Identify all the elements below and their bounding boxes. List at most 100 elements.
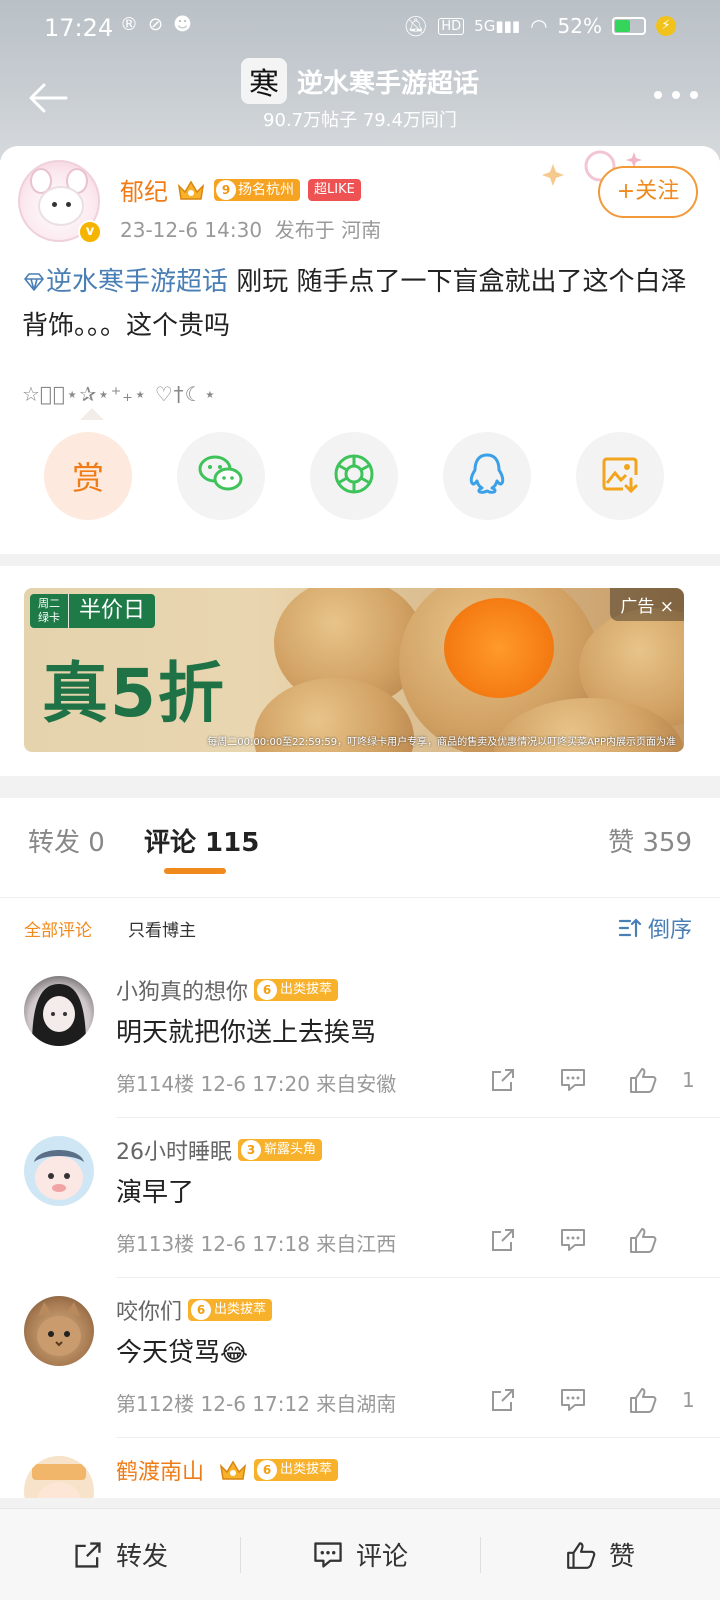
divider: [240, 1537, 241, 1573]
battery-percent: 52%: [557, 14, 602, 38]
fan-level: 9: [216, 179, 236, 200]
repost-icon[interactable]: [468, 1062, 538, 1098]
network-type: 5G: [474, 17, 496, 35]
filter-all-comments[interactable]: 全部评论: [24, 916, 92, 941]
nav-title-area[interactable]: 寒 逆水寒手游超话 90.7万帖子 79.4万同门: [0, 58, 720, 132]
reward-tip-arrow: [80, 408, 104, 420]
fan-level-text: 扬名杭州: [238, 181, 294, 198]
comment-text: 今天贷骂😂: [116, 1332, 248, 1369]
sort-button[interactable]: 倒序: [618, 912, 692, 944]
sort-icon: [618, 918, 642, 938]
comment-actions: 1: [468, 1062, 696, 1098]
comment-text: 明天就把你送上去挨骂: [116, 1018, 377, 1048]
ad-headline: 真5折: [42, 655, 226, 732]
ad-tag-small: 周二绿卡: [30, 594, 68, 628]
reply-icon[interactable]: [538, 1062, 608, 1098]
commenter-row: 鹤渡南山 6 出类拔萃: [116, 1454, 339, 1486]
share-wechat-button[interactable]: [177, 432, 265, 520]
location-icon: ®: [120, 14, 138, 35]
wechat-icon: [197, 453, 245, 499]
ad-tag: 周二绿卡 半价日: [30, 594, 156, 628]
more-icon[interactable]: [654, 80, 698, 110]
comment-meta: 第113楼 12-6 17:18 来自江西: [116, 1232, 397, 1256]
post-location: 发布于 河南: [274, 218, 382, 242]
wifi-icon: ◠: [530, 14, 548, 38]
like-icon[interactable]: [608, 1382, 678, 1418]
diamond-icon: [24, 273, 44, 291]
fan-level-text: 崭露头角: [264, 1142, 317, 1157]
follow-button[interactable]: +关注: [598, 166, 698, 218]
bottom-comment-label: 评论: [355, 1542, 408, 1572]
fan-level-badge[interactable]: 9 扬名杭州: [214, 178, 300, 201]
bottom-comment-button[interactable]: 评论: [240, 1509, 480, 1600]
comment-icon: [314, 1541, 342, 1568]
commenter-name[interactable]: 小狗真的想你: [116, 974, 248, 1006]
commenter-name[interactable]: 26小时睡眠: [116, 1134, 232, 1166]
reward-label: 赏: [71, 459, 104, 497]
post-meta: 23-12-6 14:30 发布于 河南: [120, 214, 381, 243]
topic-link[interactable]: 逆水寒手游超话: [22, 267, 228, 297]
fan-level-text: 出类拔萃: [280, 982, 333, 997]
share-qq-button[interactable]: [443, 432, 531, 520]
author-row: 郁纪 9 扬名杭州 超LIKE: [120, 172, 361, 207]
commenter-row: 26小时睡眠 3 崭露头角: [116, 1134, 323, 1166]
divider: [480, 1537, 481, 1573]
reply-icon[interactable]: [538, 1382, 608, 1418]
bottom-like-button[interactable]: 赞: [480, 1509, 720, 1600]
comment-actions: 1: [468, 1382, 696, 1418]
tab-comment[interactable]: 评论 115: [144, 822, 259, 859]
commenter-name[interactable]: 鹤渡南山: [116, 1454, 204, 1486]
ad-banner[interactable]: 周二绿卡 半价日 真5折 广告 × 每周二00:00:00至22:59:59，叮…: [24, 588, 684, 752]
fan-level-badge[interactable]: 3 崭露头角: [238, 1139, 323, 1161]
status-bar: 17:24 ® ⊘ ☻ 🔕︎ HD 5G▮▮▮ ◠ 52% ⚡: [0, 0, 720, 54]
post-time: 23-12-6 14:30: [120, 218, 263, 242]
bottom-repost-button[interactable]: 转发: [0, 1509, 240, 1600]
super-like-badge[interactable]: 超LIKE: [308, 178, 361, 201]
fan-level-text: 出类拔萃: [214, 1302, 267, 1317]
moments-icon: [332, 452, 376, 500]
author-name[interactable]: 郁纪: [120, 172, 168, 207]
repost-icon: [75, 1541, 101, 1568]
comment-meta: 第112楼 12-6 17:12 来自湖南: [116, 1392, 397, 1416]
fan-level-badge[interactable]: 6 出类拔萃: [254, 979, 339, 1001]
mute-icon: 🔕︎: [402, 14, 429, 38]
status-time: 17:24: [44, 14, 114, 42]
reply-icon[interactable]: [538, 1222, 608, 1258]
fan-level: 6: [257, 980, 278, 1000]
topic-logo: 寒: [240, 58, 287, 104]
filter-author-only[interactable]: 只看博主: [128, 916, 196, 941]
share-moments-button[interactable]: [310, 432, 398, 520]
hd-icon: HD: [438, 17, 465, 35]
comment-item: 小狗真的想你 6 出类拔萃 明天就把你送上去挨骂 第114楼 12-6 17:2…: [0, 958, 720, 1118]
tab-repost[interactable]: 转发 0: [28, 822, 105, 859]
fan-level-badge[interactable]: 6 出类拔萃: [254, 1459, 339, 1481]
reward-button[interactable]: 赏: [44, 432, 132, 520]
commenter-avatar[interactable]: [24, 1296, 94, 1366]
link-icon: ⊘: [148, 14, 164, 35]
battery-fill: [615, 20, 630, 32]
fan-level: 3: [241, 1140, 261, 1160]
like-icon: [567, 1541, 596, 1569]
save-image-button[interactable]: [576, 432, 664, 520]
fan-level-badge[interactable]: 6 出类拔萃: [188, 1299, 273, 1321]
fan-level-text: 出类拔萃: [280, 1462, 333, 1477]
commenter-row: 咬你们 6 出类拔萃: [116, 1294, 273, 1326]
post-text: 逆水寒手游超话 刚玩 随手点了一下盲盒就出了这个白泽背饰。。。这个贵吗: [22, 260, 698, 348]
repost-icon[interactable]: [468, 1222, 538, 1258]
detail-tabs: 转发 0 评论 115 赞 359: [0, 798, 720, 898]
commenter-avatar[interactable]: [24, 1456, 94, 1498]
like-icon[interactable]: [608, 1222, 678, 1258]
commenter-avatar[interactable]: [24, 976, 94, 1046]
tab-indicator: [164, 868, 226, 874]
commenter-avatar[interactable]: [24, 1136, 94, 1206]
commenter-name[interactable]: 咬你们: [116, 1294, 182, 1326]
tab-likes[interactable]: 赞 359: [608, 822, 692, 859]
comment-body: 今天贷骂: [116, 1338, 221, 1368]
sort-label: 倒序: [647, 918, 692, 943]
comment-meta: 第114楼 12-6 17:20 来自安徽: [116, 1072, 397, 1096]
like-count: 1: [682, 1388, 695, 1412]
ad-close-label[interactable]: 广告 ×: [610, 588, 684, 621]
like-icon[interactable]: [608, 1062, 678, 1098]
repost-icon[interactable]: [468, 1382, 538, 1418]
author-avatar[interactable]: v: [18, 160, 104, 246]
